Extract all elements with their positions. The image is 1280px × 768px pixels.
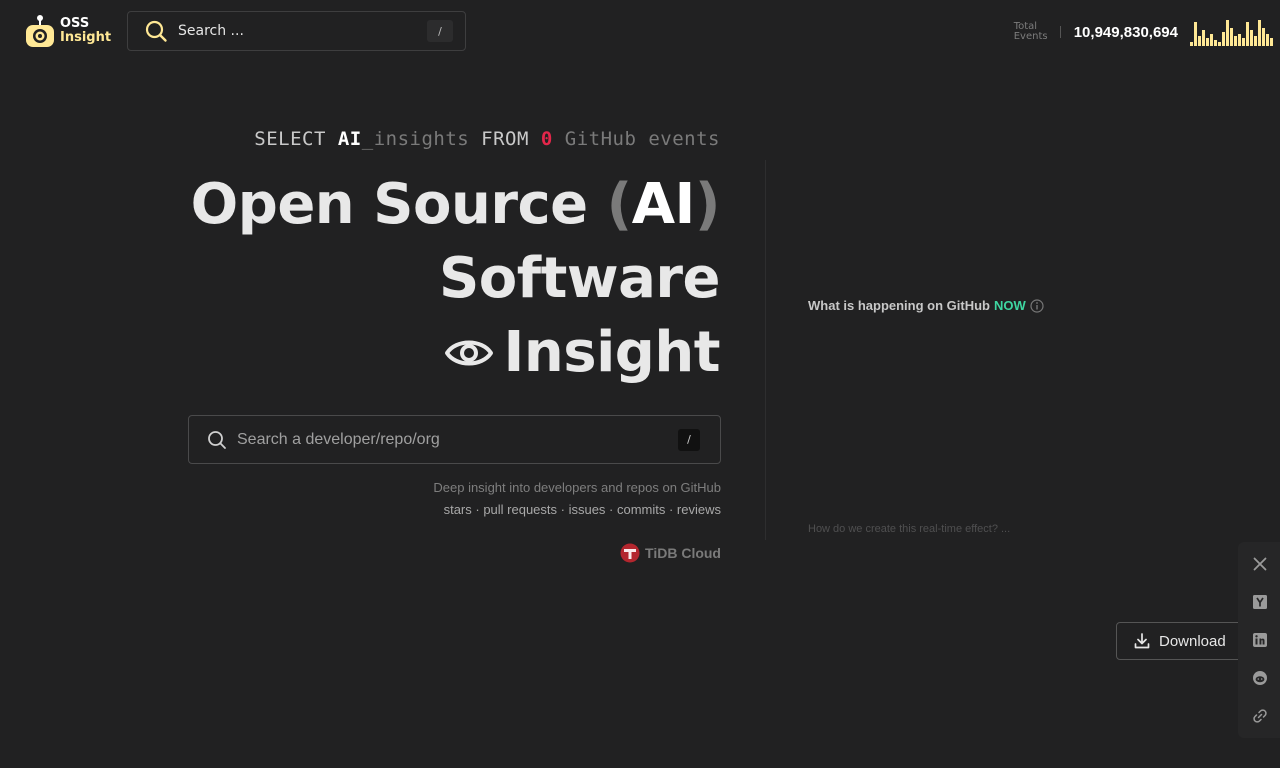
download-label: Download — [1159, 632, 1226, 650]
hero-sql-line: SELECT AI_insights FROM 0 GitHub events — [254, 128, 720, 150]
hero-title-line2: Software — [438, 246, 721, 311]
oss-insight-logo[interactable]: OSS Insight — [24, 14, 111, 48]
hero-open-source: Open Source — [190, 172, 589, 237]
logo-line2: Insight — [60, 30, 112, 45]
sql-select: SELECT — [254, 128, 326, 150]
tidb-logo-icon — [620, 543, 640, 563]
search-icon — [208, 430, 226, 449]
sql-from: FROM — [481, 128, 529, 150]
x-twitter-icon[interactable] — [1252, 556, 1268, 572]
linkedin-icon[interactable] — [1252, 632, 1268, 648]
sql-insights: _insights — [361, 128, 470, 150]
info-icon[interactable] — [1030, 298, 1044, 313]
hero-close-paren: ) — [694, 172, 721, 237]
hero-search-placeholder: Search a developer/repo/org — [237, 430, 440, 448]
total-events-count: 10,949,830,694 — [1073, 23, 1178, 41]
logo-line1: OSS — [60, 16, 90, 31]
hero-title-line3: Insight — [444, 320, 721, 385]
events-sparkline-icon — [1190, 20, 1273, 46]
section-divider — [765, 160, 766, 540]
header-search-placeholder: Search ... — [178, 23, 244, 39]
download-icon — [1134, 633, 1150, 649]
header-search-box[interactable]: Search ... / — [127, 11, 466, 51]
hero-features: stars · pull requests · issues · commits… — [443, 502, 721, 517]
realtime-title-text: What is happening on GitHub — [808, 298, 990, 313]
search-icon — [145, 20, 167, 42]
sql-event-count: 0 — [540, 128, 553, 150]
share-sidebar — [1238, 542, 1280, 738]
reddit-icon[interactable] — [1252, 670, 1268, 686]
total-events-label-line2: Events — [1013, 31, 1048, 42]
eye-icon — [444, 340, 493, 365]
logo-text: OSS Insight — [60, 17, 111, 45]
hero-search-shortcut: / — [678, 428, 700, 451]
tidb-cloud-link[interactable]: TiDB Cloud — [619, 543, 721, 563]
hero-search-box[interactable]: Search a developer/repo/org / — [188, 415, 721, 464]
logo-robot-icon — [26, 15, 54, 47]
header-search-shortcut: / — [427, 20, 453, 42]
realtime-now: NOW — [993, 298, 1026, 313]
link-icon[interactable] — [1252, 708, 1268, 724]
total-events-label: Total Events — [1014, 22, 1050, 42]
hero-tagline: Deep insight into developers and repos o… — [433, 480, 721, 495]
page: OSS Insight Search ... / Total Events 10… — [0, 0, 1280, 768]
total-events-stats: Total Events 10,949,830,694 — [1014, 18, 1276, 46]
stats-separator — [1059, 26, 1061, 38]
download-button[interactable]: Download — [1116, 622, 1256, 660]
hero-insight: Insight — [503, 320, 721, 385]
sql-ai: AI — [337, 128, 362, 150]
realtime-explainer-link[interactable]: How do we create this real-time effect? … — [808, 523, 1010, 535]
tidb-cloud-label: TiDB Cloud — [645, 545, 721, 561]
hero-ai: AI — [631, 172, 696, 237]
hero-open-paren: ( — [606, 172, 633, 237]
hero-title-line1: Open Source (AI) — [190, 172, 721, 237]
hacker-news-icon[interactable] — [1252, 594, 1268, 610]
realtime-title: What is happening on GitHub NOW — [808, 298, 1044, 313]
sql-github-events: GitHub events — [564, 128, 720, 150]
